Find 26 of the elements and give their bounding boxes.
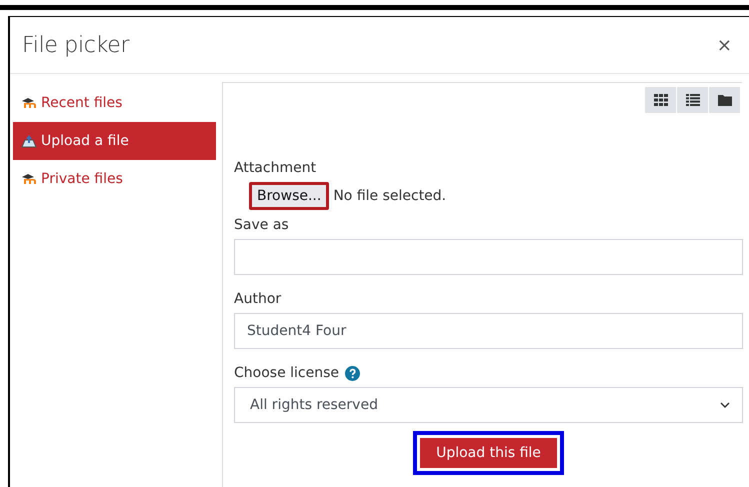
upload-icon [21, 134, 37, 148]
folder-icon [718, 94, 732, 106]
field-label: Author [234, 291, 282, 307]
field-label: Choose license [234, 365, 340, 381]
chevron-down-icon [720, 402, 730, 408]
list-icon [686, 94, 700, 106]
save-as-field[interactable] [234, 239, 743, 275]
sidebar-item[interactable]: Private files [13, 160, 216, 198]
cap-icon [21, 173, 37, 185]
sidebar-item[interactable]: Recent files [13, 84, 216, 122]
upload-button[interactable]: Upload this file [413, 431, 564, 475]
license-select[interactable]: All rights reserved [234, 387, 743, 423]
close-button[interactable]: × [716, 34, 732, 56]
folder-view-button[interactable] [709, 87, 740, 113]
field-label: Save as [234, 217, 290, 233]
help-icon[interactable] [345, 366, 360, 380]
sidebar-item[interactable]: Upload a file [13, 122, 216, 160]
file-status: No file selected. [333, 188, 446, 204]
cap-icon [21, 97, 37, 109]
list-view-button[interactable] [677, 87, 708, 113]
field-label: Attachment [234, 160, 318, 176]
dialog-title: File picker [22, 32, 130, 58]
grid-view-button[interactable] [645, 87, 676, 113]
browse-button[interactable]: Browse... [249, 182, 330, 210]
grid-icon [654, 94, 668, 106]
author-field[interactable]: Student4 Four [234, 313, 743, 349]
